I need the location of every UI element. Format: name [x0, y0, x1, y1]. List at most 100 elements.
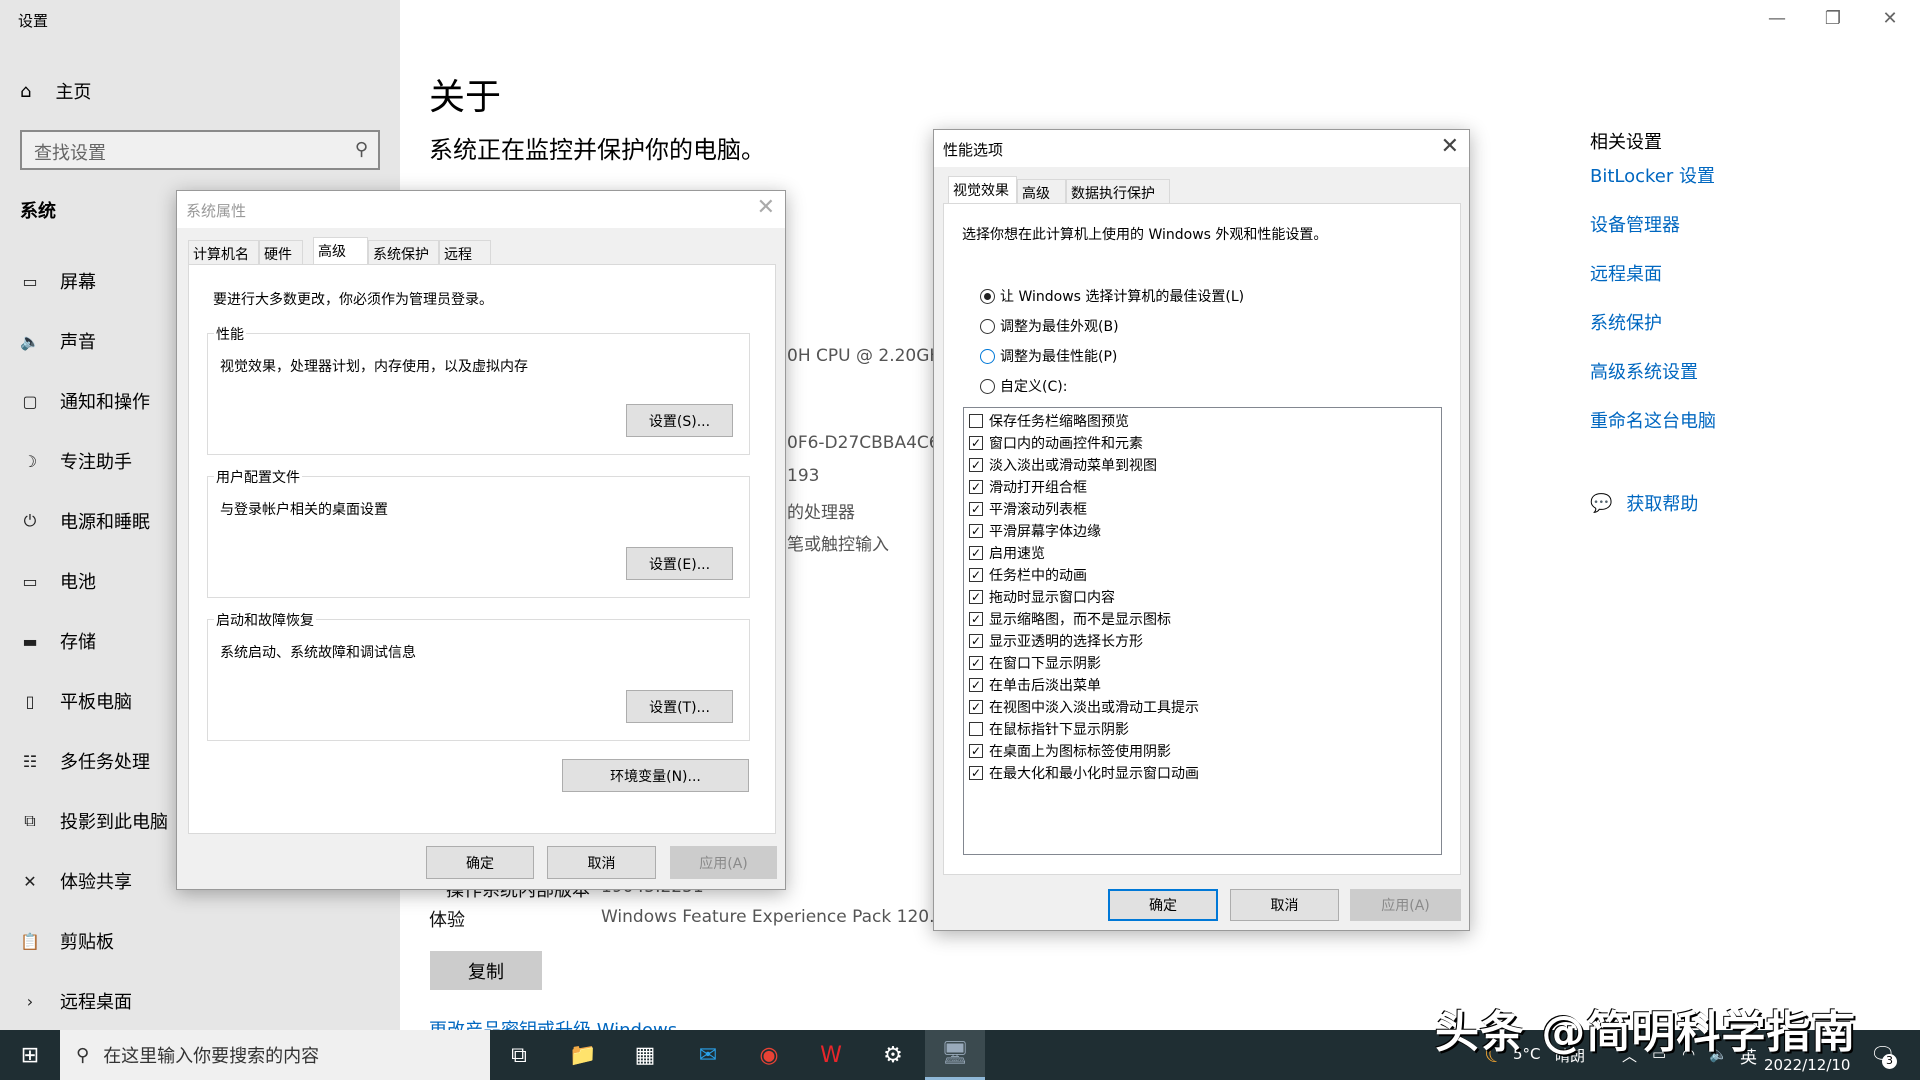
ok-button[interactable]: 确定: [1108, 889, 1218, 921]
visual-effects-list[interactable]: 保存任务栏缩略图预览✓窗口内的动画控件和元素✓淡入淡出或滑动菜单到视图✓滑动打开…: [963, 407, 1442, 855]
checkbox[interactable]: ✓: [969, 568, 983, 582]
taskbar-search-input[interactable]: ⚲在这里输入你要搜索的内容: [60, 1030, 490, 1080]
tab[interactable]: 远程: [439, 240, 491, 264]
checkbox-item[interactable]: ✓平滑屏幕字体边缘: [969, 521, 1101, 541]
checkbox-item[interactable]: ✓窗口内的动画控件和元素: [969, 433, 1143, 453]
apply-button[interactable]: 应用(A): [1350, 889, 1461, 921]
file-explorer-icon[interactable]: 📁: [553, 1030, 613, 1080]
sidebar-item[interactable]: ✕体验共享: [20, 868, 132, 894]
related-link[interactable]: BitLocker 设置: [1590, 162, 1715, 188]
sidebar-item[interactable]: 📋剪贴板: [20, 928, 114, 954]
checkbox-item[interactable]: ✓平滑滚动列表框: [969, 499, 1087, 519]
checkbox[interactable]: ✓: [969, 502, 983, 516]
checkbox[interactable]: ✓: [969, 678, 983, 692]
checkbox-item[interactable]: 在鼠标指针下显示阴影: [969, 719, 1129, 739]
tab[interactable]: 系统保护: [368, 240, 439, 264]
start-button[interactable]: ⊞: [0, 1030, 60, 1080]
checkbox-item[interactable]: ✓滑动打开组合框: [969, 477, 1087, 497]
checkbox-item[interactable]: ✓在单击后淡出菜单: [969, 675, 1101, 695]
radio-option[interactable]: 调整为最佳性能(P): [980, 346, 1117, 366]
related-link[interactable]: 高级系统设置: [1590, 358, 1698, 384]
radio-option[interactable]: 调整为最佳外观(B): [980, 316, 1119, 336]
tab[interactable]: 视觉效果: [948, 176, 1017, 204]
tab[interactable]: 数据执行保护: [1066, 179, 1170, 203]
checkbox-item[interactable]: ✓任务栏中的动画: [969, 565, 1087, 585]
nav-home[interactable]: ⌂主页: [20, 78, 91, 104]
tab[interactable]: 高级: [313, 237, 368, 265]
tab[interactable]: 高级: [1017, 179, 1066, 203]
checkbox[interactable]: ✓: [969, 480, 983, 494]
checkbox[interactable]: ✓: [969, 612, 983, 626]
checkbox[interactable]: ✓: [969, 590, 983, 604]
cancel-button[interactable]: 取消: [547, 846, 656, 879]
related-link[interactable]: 重命名这台电脑: [1590, 407, 1716, 433]
checkbox[interactable]: ✓: [969, 744, 983, 758]
radio-option[interactable]: 自定义(C):: [980, 376, 1067, 396]
checkbox-item[interactable]: ✓淡入淡出或滑动菜单到视图: [969, 455, 1157, 475]
radio-button[interactable]: [980, 289, 995, 304]
checkbox[interactable]: ✓: [969, 436, 983, 450]
sidebar-item[interactable]: ☷多任务处理: [20, 748, 150, 774]
checkbox[interactable]: [969, 414, 983, 428]
checkbox-item[interactable]: ✓在窗口下显示阴影: [969, 653, 1101, 673]
tab[interactable]: 计算机名: [188, 240, 259, 264]
group-settings-button[interactable]: 设置(S)...: [626, 404, 733, 437]
sidebar-item[interactable]: ▯平板电脑: [20, 688, 132, 714]
get-help-link[interactable]: 💬获取帮助: [1590, 490, 1698, 516]
group-settings-button[interactable]: 设置(T)...: [626, 690, 733, 723]
task-view-icon[interactable]: ⧉: [489, 1030, 549, 1080]
dialog-close-button[interactable]: ✕: [1441, 134, 1459, 159]
related-link[interactable]: 远程桌面: [1590, 260, 1662, 286]
sidebar-item[interactable]: ▭电池: [20, 568, 96, 594]
apply-button[interactable]: 应用(A): [670, 846, 777, 879]
mail-icon[interactable]: ✉: [678, 1030, 738, 1080]
checkbox[interactable]: [969, 722, 983, 736]
close-button[interactable]: ✕: [1875, 8, 1905, 29]
checkbox[interactable]: ✓: [969, 546, 983, 560]
sidebar-item[interactable]: ▢通知和操作: [20, 388, 150, 414]
sidebar-item[interactable]: ▬存储: [20, 628, 96, 654]
sidebar-item[interactable]: ⏻电源和睡眠: [20, 508, 150, 534]
checkbox-item[interactable]: ✓ 拖动时显示窗口内容: [969, 587, 1115, 607]
checkbox[interactable]: ✓: [969, 458, 983, 472]
sidebar-item[interactable]: ⧉投影到此电脑: [20, 808, 168, 834]
checkbox-item[interactable]: ✓显示亚透明的选择长方形: [969, 631, 1143, 651]
wps-icon[interactable]: W: [801, 1030, 861, 1080]
sidebar-item[interactable]: ☽专注助手: [20, 448, 132, 474]
checkbox-item[interactable]: ✓在视图中淡入淡出或滑动工具提示: [969, 697, 1199, 717]
checkbox[interactable]: ✓: [969, 524, 983, 538]
copy-button[interactable]: 复制: [430, 951, 542, 990]
radio-button[interactable]: [980, 319, 995, 334]
radio-option[interactable]: 让 Windows 选择计算机的最佳设置(L): [980, 286, 1244, 306]
group-settings-button[interactable]: 设置(E)...: [626, 547, 733, 580]
environment-variables-button[interactable]: 环境变量(N)...: [562, 759, 749, 792]
checkbox[interactable]: ✓: [969, 700, 983, 714]
sidebar-item[interactable]: ›远程桌面: [20, 988, 132, 1014]
checkbox[interactable]: ✓: [969, 656, 983, 670]
checkbox-item[interactable]: ✓显示缩略图，而不是显示图标: [969, 609, 1171, 629]
checkbox-item[interactable]: ✓在最大化和最小化时显示窗口动画: [969, 763, 1199, 783]
related-link[interactable]: 设备管理器: [1590, 211, 1680, 237]
checkbox-item[interactable]: ✓启用速览: [969, 543, 1045, 563]
radio-button[interactable]: [980, 349, 995, 364]
settings-icon[interactable]: ⚙: [863, 1030, 923, 1080]
dialog-close-button[interactable]: ✕: [757, 195, 775, 220]
ok-button[interactable]: 确定: [426, 846, 534, 879]
cancel-button[interactable]: 取消: [1230, 889, 1339, 921]
checkbox-item[interactable]: ✓在桌面上为图标标签使用阴影: [969, 741, 1171, 761]
maximize-button[interactable]: ❐: [1818, 8, 1848, 29]
tab[interactable]: 硬件: [259, 240, 303, 264]
sidebar-item[interactable]: ▭屏幕: [20, 268, 96, 294]
checkbox[interactable]: ✓: [969, 766, 983, 780]
settings-search-input[interactable]: 查找设置⚲: [20, 130, 380, 170]
checkbox[interactable]: ✓: [969, 634, 983, 648]
store-icon[interactable]: ▦: [615, 1030, 675, 1080]
minimize-button[interactable]: —: [1762, 8, 1792, 29]
system-properties-icon[interactable]: 🖥: [925, 1030, 985, 1080]
chrome-icon[interactable]: ◉: [739, 1030, 799, 1080]
radio-button[interactable]: [980, 379, 995, 394]
checkbox-item[interactable]: 保存任务栏缩略图预览: [969, 411, 1129, 431]
checkbox-label: 拖动时显示窗口内容: [989, 587, 1115, 607]
related-link[interactable]: 系统保护: [1590, 309, 1662, 335]
sidebar-item[interactable]: 🔈声音: [20, 328, 96, 354]
